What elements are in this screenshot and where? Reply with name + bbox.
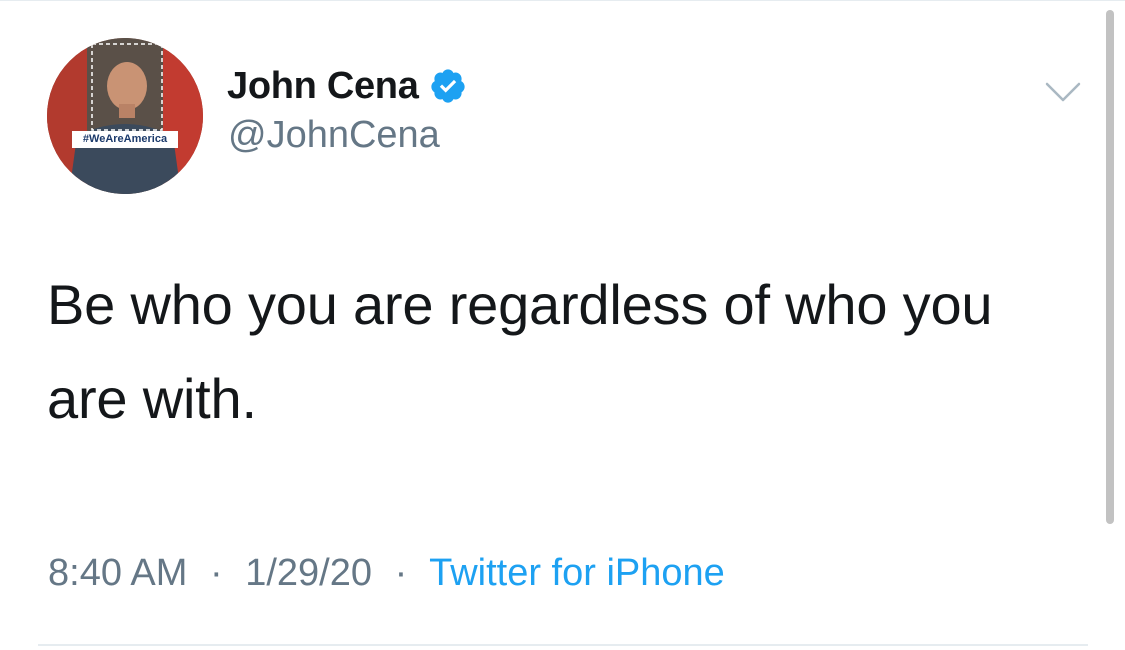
tweet-meta: 8:40 AM · 1/29/20 · Twitter for iPhone (48, 552, 725, 595)
tweet-source-link[interactable]: Twitter for iPhone (429, 552, 725, 594)
tweet-card: #WeAreAmerica John Cena @JohnCena Be who… (0, 0, 1125, 650)
avatar-hashtag-label: #WeAreAmerica (72, 131, 178, 148)
avatar-image (47, 38, 203, 194)
author-handle[interactable]: @JohnCena (228, 114, 440, 157)
verified-badge-icon (429, 67, 467, 105)
bottom-divider (38, 644, 1088, 646)
tweet-date[interactable]: 1/29/20 (245, 552, 372, 594)
meta-separator: · (209, 552, 223, 594)
meta-separator: · (394, 552, 408, 594)
tweet-text: Be who you are regardless of who you are… (47, 273, 993, 430)
vertical-scrollbar[interactable] (1106, 10, 1114, 524)
chevron-down-icon[interactable] (1045, 78, 1081, 106)
avatar[interactable]: #WeAreAmerica (47, 38, 203, 194)
tweet-time[interactable]: 8:40 AM (48, 552, 187, 594)
display-name[interactable]: John Cena (227, 65, 419, 108)
top-divider (0, 0, 1125, 1)
author-name-row: John Cena (227, 60, 467, 112)
